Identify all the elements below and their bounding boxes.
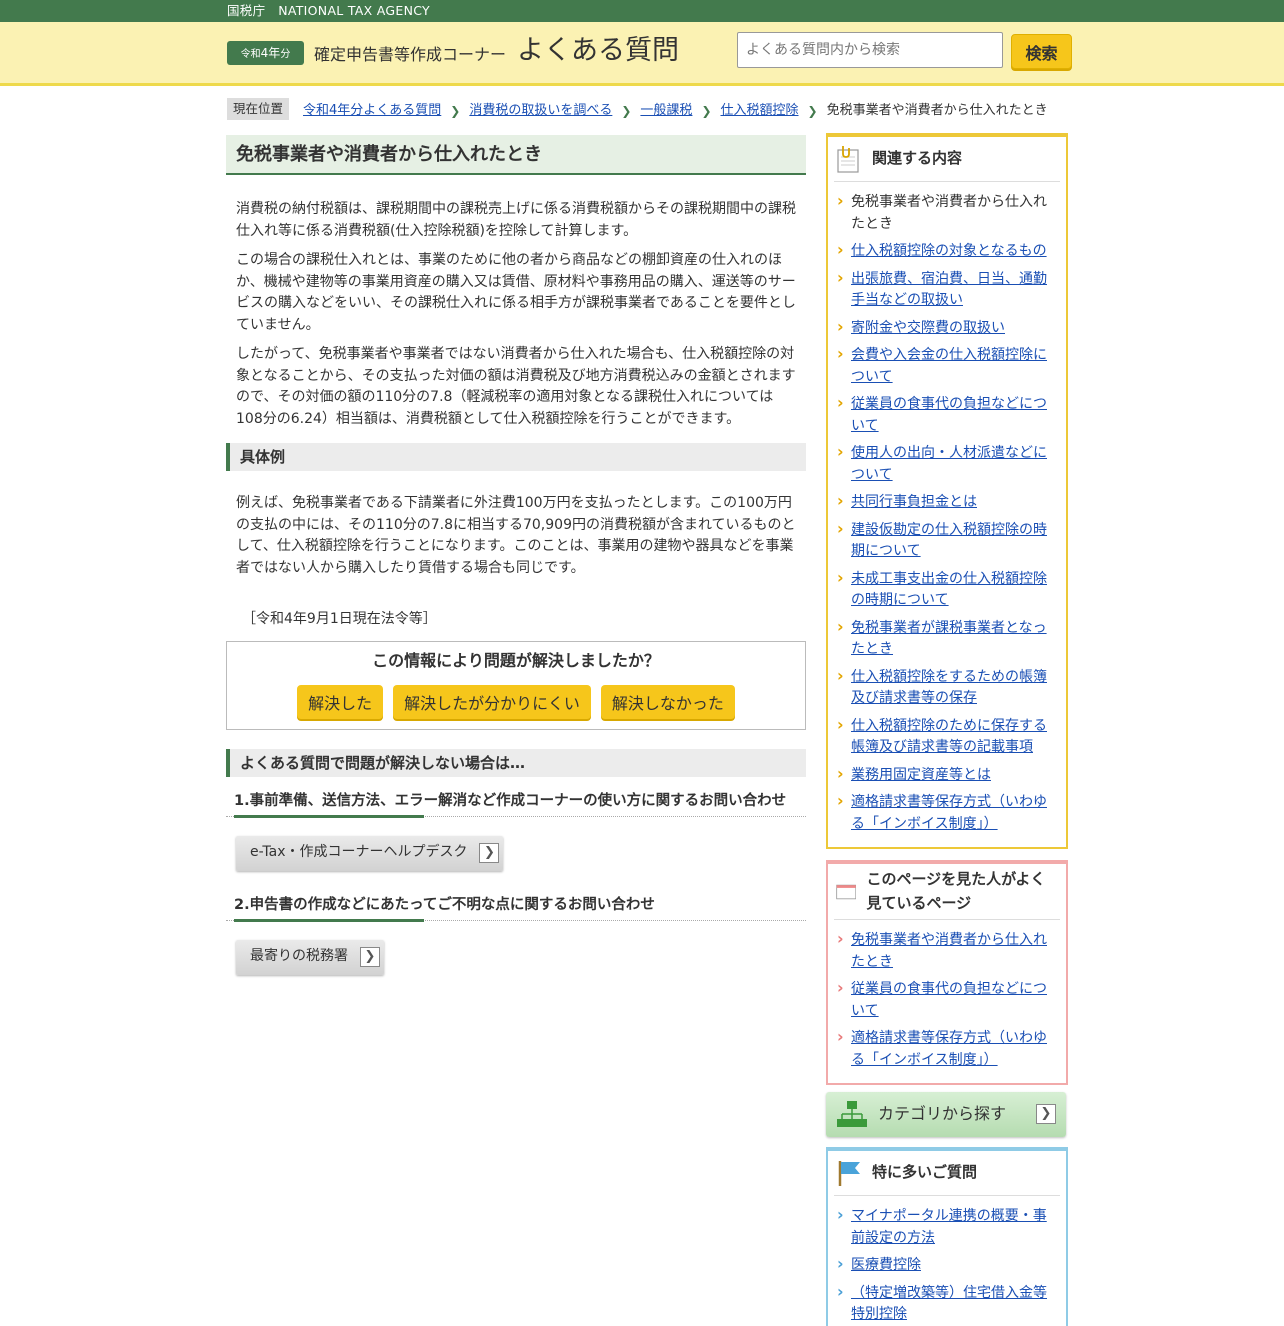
popular-box: 特に多いご質問 マイナポータル連携の概要・事前設定の方法 医療費控除 （特定増改… <box>826 1147 1068 1326</box>
tax-office-button[interactable]: 最寄りの税務署 ❯ <box>236 939 384 975</box>
chevron-right-icon: ❯ <box>807 103 818 118</box>
category-tree-icon <box>837 1101 867 1127</box>
inquiry1-heading: 1.事前準備、送信方法、エラー解消など作成コーナーの使い方に関するお問い合わせ <box>226 791 806 818</box>
related-item[interactable]: 適格請求書等保存方式（いわゆる「インボイス制度」） <box>851 794 1047 832</box>
viewed-title: このページを見た人がよく見ているページ <box>866 870 1046 912</box>
browser-window-icon <box>836 884 857 899</box>
related-item-current: 免税事業者や消費者から仕入れたとき <box>834 190 1060 235</box>
breadcrumb-link[interactable]: 一般課税 <box>640 101 692 121</box>
popular-header: 特に多いご質問 <box>834 1151 1060 1196</box>
search-input[interactable] <box>737 32 1003 68</box>
faq-title[interactable]: よくある質問 <box>517 32 679 70</box>
agency-bar: 国税庁 NATIONAL TAX AGENCY <box>0 0 1284 22</box>
resolved-button[interactable]: 解決した <box>297 684 384 719</box>
related-item[interactable]: 出張旅費、宿泊費、日当、通勤手当などの取扱い <box>851 271 1047 309</box>
category-search-label: カテゴリから探す <box>878 1104 1007 1124</box>
chevron-right-icon: ❯ <box>360 947 380 968</box>
related-item[interactable]: 仕入税額控除をするための帳簿及び請求書等の保存 <box>851 669 1047 707</box>
viewed-box: このページを見た人がよく見ているページ 免税事業者や消費者から仕入れたとき 従業… <box>826 860 1068 1085</box>
breadcrumb-current: 免税事業者や消費者から仕入れたとき <box>826 103 1048 118</box>
chevron-right-icon: ❯ <box>450 103 461 118</box>
related-item[interactable]: 建設仮勘定の仕入税額控除の時期について <box>851 522 1047 560</box>
chevron-right-icon: ❯ <box>1036 1104 1056 1124</box>
year-badge: 令和4年分 <box>227 41 304 65</box>
agency-name: 国税庁 NATIONAL TAX AGENCY <box>227 3 430 18</box>
chevron-right-icon: ❯ <box>701 103 712 118</box>
breadcrumb-label: 現在位置 <box>227 98 290 120</box>
search-button[interactable]: 検索 <box>1011 34 1072 69</box>
related-item[interactable]: 業務用固定資産等とは <box>851 767 991 783</box>
helpdesk-button[interactable]: e-Tax・作成コーナーヘルプデスク ❯ <box>236 835 504 871</box>
related-item[interactable]: 使用人の出向・人材派遣などについて <box>851 445 1047 483</box>
site-header: 令和4年分 確定申告書等作成コーナー よくある質問 検索 <box>0 22 1284 86</box>
helpdesk-button-label: e-Tax・作成コーナーヘルプデスク <box>250 844 468 861</box>
main-content: 免税事業者や消費者から仕入れたとき 消費税の納付税額は、課税期間中の課税売上げに… <box>226 135 806 975</box>
resolved-hard-button[interactable]: 解決したが分かりにくい <box>393 684 591 719</box>
chevron-right-icon: ❯ <box>479 843 500 864</box>
viewed-item[interactable]: 従業員の食事代の負担などについて <box>851 981 1047 1019</box>
related-item[interactable]: 会費や入会金の仕入税額控除について <box>851 347 1047 385</box>
related-title: 関連する内容 <box>872 149 963 168</box>
paragraph: したがって、免税事業者や事業者ではない消費者から仕入れた場合も、仕入税額控除の対… <box>236 346 796 427</box>
page-title: 免税事業者や消費者から仕入れたとき <box>226 135 806 175</box>
related-item[interactable]: 仕入税額控除の対象となるもの <box>851 243 1047 259</box>
paragraph: 消費税の納付税額は、課税期間中の課税売上げに係る消費税額からその課税期間中の課税… <box>236 201 796 239</box>
feedback-box: この情報により問題が解決しましたか？ 解決した 解決したが分かりにくい 解決しな… <box>226 640 806 730</box>
unresolved-heading: よくある質問で問題が解決しない場合は… <box>226 748 806 777</box>
answer-text: 消費税の納付税額は、課税期間中の課税売上げに係る消費税額からその課税期間中の課税… <box>226 175 806 430</box>
related-item[interactable]: 共同行事負担金とは <box>851 494 977 510</box>
viewed-item[interactable]: 免税事業者や消費者から仕入れたとき <box>851 932 1047 970</box>
breadcrumb-link[interactable]: 仕入税額控除 <box>721 101 799 121</box>
related-item[interactable]: 未成工事支出金の仕入税額控除の時期について <box>851 571 1047 609</box>
related-item[interactable]: 免税事業者が課税事業者となったとき <box>851 620 1047 658</box>
related-box: 関連する内容 免税事業者や消費者から仕入れたとき 仕入税額控除の対象となるもの … <box>826 133 1068 849</box>
chevron-right-icon: ❯ <box>621 103 632 118</box>
popular-item[interactable]: （特定増改築等）住宅借入金等特別控除 <box>851 1285 1047 1323</box>
popular-item[interactable]: マイナポータル連携の概要・事前設定の方法 <box>851 1208 1047 1246</box>
viewed-item[interactable]: 適格請求書等保存方式（いわゆる「インボイス制度」） <box>851 1030 1047 1068</box>
tax-office-button-label: 最寄りの税務署 <box>250 948 348 965</box>
breadcrumb: 現在位置 令和4年分よくある質問 ❯ 消費税の取扱いを調べる ❯ 一般課税 ❯ 仕入税… <box>227 98 1077 122</box>
example-text: 例えば、免税事業者である下請業者に外注費100万円を支払ったとします。この100… <box>236 495 796 576</box>
memo-clip-icon <box>837 146 859 173</box>
flag-icon <box>838 1161 860 1186</box>
breadcrumb-link[interactable]: 令和4年分よくある質問 <box>303 101 441 121</box>
related-item[interactable]: 寄附金や交際費の取扱い <box>851 320 1005 336</box>
related-header: 関連する内容 <box>834 137 1060 182</box>
category-search-button[interactable]: カテゴリから探す ❯ <box>826 1092 1066 1137</box>
viewed-header: このページを見た人がよく見ているページ <box>834 864 1060 920</box>
corner-title[interactable]: 確定申告書等作成コーナー <box>314 44 506 66</box>
feedback-question: この情報により問題が解決しましたか？ <box>372 650 660 670</box>
popular-title: 特に多いご質問 <box>872 1163 978 1182</box>
law-date: ［令和4年9月1日現在法令等］ <box>242 611 437 627</box>
breadcrumb-link[interactable]: 消費税の取扱いを調べる <box>469 101 612 121</box>
related-item[interactable]: 仕入税額控除のために保存する帳簿及び請求書等の記載事項 <box>851 718 1047 756</box>
paragraph: この場合の課税仕入れとは、事業のために他の者から商品などの棚卸資産の仕入れのほか… <box>236 252 796 333</box>
not-resolved-button[interactable]: 解決しなかった <box>600 684 735 719</box>
inquiry2-heading: 2.申告書の作成などにあたってご不明な点に関するお問い合わせ <box>226 895 806 922</box>
example-heading: 具体例 <box>226 443 806 471</box>
popular-item[interactable]: 医療費控除 <box>851 1257 921 1273</box>
related-item[interactable]: 従業員の食事代の負担などについて <box>851 396 1047 434</box>
